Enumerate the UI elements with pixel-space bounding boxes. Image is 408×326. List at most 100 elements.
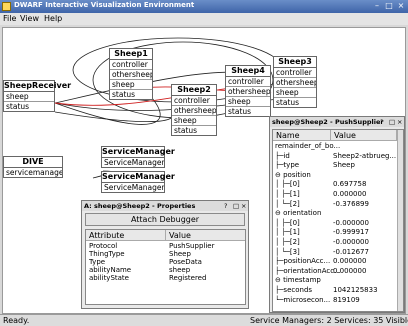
tree-row-name: │ └─[2] [275,199,300,208]
close-button[interactable]: × [396,1,406,11]
attach-debugger-button[interactable]: Attach Debugger [85,213,245,226]
tree-row-value: -0.999917 [333,228,369,237]
node-dive[interactable]: DIVE servicemanagers [3,156,63,178]
tree-row-value: 0.000000 [333,266,367,275]
tree-row[interactable]: ├─seconds 1042125833 [273,286,397,294]
port-status[interactable]: status [172,126,216,135]
tree-row[interactable]: ├─orientationAcc... 0.000000 [273,267,397,275]
close-button[interactable]: × [397,117,402,127]
tree-row-name: ├─positionAcc... [275,257,331,266]
tree-row-name: ├─id [275,151,290,160]
port-servicemanager[interactable]: ServiceManager [102,158,164,167]
tree-row[interactable]: ├─type Sheep [273,161,397,169]
tree-row-name: │ ├─[1] [275,228,300,237]
status-bar: Ready. Service Managers: 2 Services: 35 … [0,314,408,326]
tree-row[interactable]: │ ├─[0] -0.000000 [273,219,397,227]
column-header-value[interactable]: Value [166,230,245,241]
port-servicemanager[interactable]: ServiceManager [102,183,164,192]
table-row[interactable]: Type PoseData [86,258,245,266]
app-window: DWARF Interactive Visualization Environm… [0,0,408,326]
properties-panel-title[interactable]: A: sheep@Sheep2 - Properties ? □ × [82,201,248,211]
properties-title-text: A: sheep@Sheep2 - Properties [84,202,196,210]
node-sheep1[interactable]: Sheep1 controller othersheep sheep statu… [109,48,153,100]
tree-row-name: ⊖ orientation [275,209,322,218]
tree-row[interactable]: remainder_of_bo... [273,142,397,150]
port-status[interactable]: status [226,107,270,116]
port-othersheep[interactable]: othersheep [226,87,270,97]
menu-help[interactable]: Help [44,14,62,23]
tree-row[interactable]: │ └─[3] -0.012677 [273,248,397,256]
column-header-value[interactable]: Value [331,130,397,141]
tree-row-value: -0.376899 [333,199,369,208]
port-sheep[interactable]: sheep [226,97,270,107]
port-sheep[interactable]: sheep [4,92,54,102]
port-othersheep[interactable]: othersheep [110,70,152,80]
pushsupplier-panel-title[interactable]: sheep@Sheep2 - PushSupplier ? □ × [270,117,404,127]
app-icon [2,2,11,11]
tree-row[interactable]: │ ├─[0] 0.697758 [273,180,397,188]
tree-row[interactable]: ⊖ timestamp [273,276,397,284]
tree-row[interactable]: ⊖ orientation [273,209,397,217]
pushsupplier-title-text: sheep@Sheep2 - PushSupplier [272,118,384,126]
column-header-attribute[interactable]: Attribute [86,230,166,241]
table-row[interactable]: abilityState Registered [86,274,245,282]
port-othersheep[interactable]: othersheep [172,106,216,116]
port-controller[interactable]: controller [274,68,316,78]
pushsupplier-panel: sheep@Sheep2 - PushSupplier ? □ × Name V… [269,116,405,313]
node-servicemanager-1[interactable]: ServiceManager ServiceManager [101,146,175,168]
node-title: ServiceManager [102,172,175,183]
tree-row[interactable]: │ └─[2] -0.376899 [273,200,397,208]
table-row[interactable]: Protocol PushSupplier [86,242,245,250]
properties-table: Attribute Value Protocol PushSupplier Thi… [85,229,246,305]
tree-row-name: │ ├─[0] [275,180,300,189]
port-othersheep[interactable]: othersheep [274,78,316,88]
menu-bar: File View Help [0,13,408,25]
tree-row[interactable]: │ ├─[1] -0.999917 [273,228,397,236]
port-controller[interactable]: controller [226,77,270,87]
title-bar[interactable]: DWARF Interactive Visualization Environm… [0,0,408,13]
menu-file[interactable]: File [3,14,16,23]
port-sheep[interactable]: sheep [110,80,152,90]
tree-row[interactable]: ⊖ position [273,171,397,179]
maximize-button[interactable]: □ [384,1,394,11]
node-sheepreceiver[interactable]: SheepReceiver sheep status [3,80,72,112]
tree-row-value: 1042125833 [333,286,378,294]
node-sheep2[interactable]: Sheep2 controller othersheep sheep statu… [171,84,217,136]
status-text: Ready. [3,316,30,325]
help-button[interactable]: ? [224,201,227,211]
node-sheep3[interactable]: Sheep3 controller othersheep sheep statu… [273,56,317,108]
tree-row-name: ├─orientationAcc... [275,266,341,275]
node-title: SheepReceiver [4,81,72,92]
close-button[interactable]: × [241,201,246,211]
float-button[interactable]: □ [389,117,395,127]
vertical-scrollbar[interactable] [397,130,403,311]
node-sheep4[interactable]: Sheep4 controller othersheep sheep statu… [225,65,271,117]
port-status[interactable]: status [110,90,152,99]
table-row[interactable]: ThingType Sheep [86,250,245,258]
port-servicemanagers[interactable]: servicemanagers [4,168,62,177]
port-controller[interactable]: controller [172,96,216,106]
table-row[interactable]: abilityName sheep [86,266,245,274]
tree-row-name: │ ├─[1] [275,190,300,198]
help-button[interactable]: ? [380,117,383,127]
minimize-button[interactable]: – [372,1,382,11]
tree-row-value: Sheep [333,161,355,170]
tree-row[interactable]: │ ├─[1] 0.000000 [273,190,397,198]
tree-row[interactable]: ├─id Sheep2-atbrueg... [273,152,397,160]
graph-canvas[interactable]: Sheep1 controller othersheep sheep statu… [2,27,406,314]
port-sheep[interactable]: sheep [274,88,316,98]
float-button[interactable]: □ [233,201,239,211]
tree-row-value: 0.000000 [333,190,367,198]
node-servicemanager-2[interactable]: ServiceManager ServiceManager [101,171,175,193]
menu-view[interactable]: View [20,14,39,23]
tree-row[interactable]: └─microsecon... 819109 [273,296,397,304]
column-header-name[interactable]: Name [273,130,331,141]
port-status[interactable]: status [4,102,54,111]
tree-row[interactable]: │ ├─[2] -0.000000 [273,238,397,246]
tree-row-name: └─microsecon... [275,295,331,304]
port-controller[interactable]: controller [110,60,152,70]
port-sheep[interactable]: sheep [172,116,216,126]
port-status[interactable]: status [274,98,316,107]
tree-row[interactable]: ├─positionAcc... 0.000000 [273,257,397,265]
window-title: DWARF Interactive Visualization Environm… [14,1,195,9]
